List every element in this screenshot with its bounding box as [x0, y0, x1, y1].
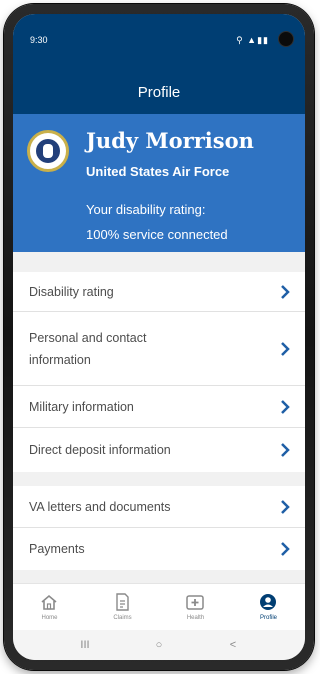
chevron-right-icon: [281, 342, 290, 356]
profile-menu-list: Disability rating Personal and contact i…: [13, 272, 305, 472]
status-icons: ⚲ ▲▮▮: [236, 35, 269, 45]
menu-item-label: Direct deposit information: [29, 443, 171, 457]
chevron-right-icon: [281, 285, 290, 299]
system-navigation-bar: III ○ <: [13, 630, 305, 660]
user-name: Judy Morrison: [86, 128, 254, 153]
phone-frame: 9:30 ⚲ ▲▮▮ Profile Judy Morrison United …: [4, 4, 314, 670]
nav-tab-health[interactable]: Health: [159, 584, 232, 630]
air-force-seal-icon: [27, 130, 69, 172]
chevron-right-icon: [281, 443, 290, 457]
recents-button[interactable]: III: [71, 636, 99, 654]
status-time: 9:30: [30, 35, 48, 45]
menu-item-payments[interactable]: Payments: [13, 528, 305, 570]
nav-tab-label: Home: [41, 615, 58, 621]
chevron-right-icon: [281, 500, 290, 514]
page-title: Profile: [137, 84, 181, 101]
nav-tab-label: Health: [186, 615, 205, 621]
documents-menu-list: VA letters and documents Payments: [13, 486, 305, 570]
home-button[interactable]: ○: [145, 636, 173, 654]
menu-item-personal-contact[interactable]: Personal and contact information: [13, 312, 305, 386]
menu-item-label: Personal and contact: [29, 331, 147, 345]
chevron-right-icon: [281, 542, 290, 556]
nav-tab-home[interactable]: Home: [13, 584, 86, 630]
nav-tab-profile[interactable]: Profile: [232, 584, 305, 630]
health-icon: [186, 595, 204, 610]
camera-hole: [278, 31, 294, 47]
status-bar: 9:30 ⚲ ▲▮▮: [13, 14, 305, 54]
chevron-right-icon: [281, 400, 290, 414]
back-button[interactable]: <: [219, 636, 247, 654]
service-branch: United States Air Force: [86, 164, 230, 179]
menu-item-label: Payments: [29, 542, 85, 556]
nav-tab-claims[interactable]: Claims: [86, 584, 159, 630]
menu-item-label-line2: information: [29, 353, 91, 367]
bottom-navigation: Home Claims Health Profile: [13, 583, 305, 630]
phone-screen: 9:30 ⚲ ▲▮▮ Profile Judy Morrison United …: [13, 14, 305, 660]
claims-icon: [116, 593, 129, 611]
menu-item-direct-deposit[interactable]: Direct deposit information: [13, 428, 305, 472]
menu-item-label: Military information: [29, 400, 134, 414]
app-header: 9:30 ⚲ ▲▮▮ Profile: [13, 14, 305, 114]
home-icon: [41, 594, 57, 610]
menu-item-label: VA letters and documents: [29, 500, 171, 514]
disability-rating-value: 100% service connected: [86, 227, 228, 242]
disability-rating-label: Your disability rating:: [86, 202, 206, 217]
profile-icon: [260, 594, 276, 610]
menu-item-label: Disability rating: [29, 285, 114, 299]
nav-tab-label: Profile: [259, 615, 277, 621]
menu-item-disability-rating[interactable]: Disability rating: [13, 272, 305, 312]
nav-tab-label: Claims: [113, 615, 132, 621]
menu-item-va-letters[interactable]: VA letters and documents: [13, 486, 305, 528]
profile-summary: Judy Morrison United States Air Force Yo…: [13, 114, 305, 252]
menu-item-military-info[interactable]: Military information: [13, 386, 305, 428]
